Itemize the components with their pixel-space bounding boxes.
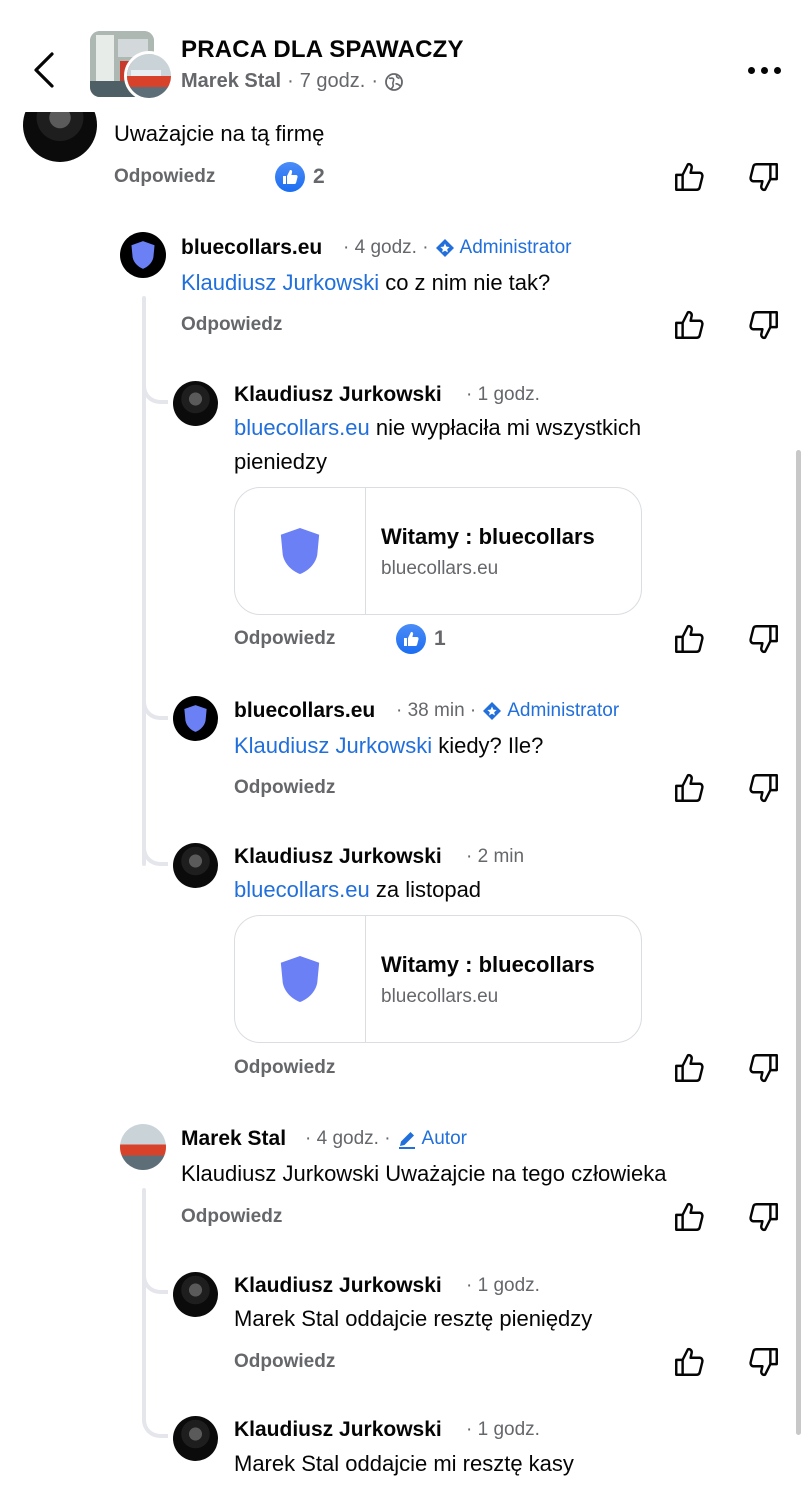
link-preview-card[interactable]: Witamy : bluecollars bluecollars.eu	[234, 915, 642, 1043]
comment-time[interactable]: · 1 godz.	[466, 384, 540, 406]
mention-link[interactable]: bluecollars.eu	[234, 415, 370, 440]
comment-time[interactable]: · 4 godz. ·	[305, 1128, 391, 1150]
reply-button[interactable]: Odpowiedz	[234, 628, 335, 650]
comment-meta: · 38 min · Administrator	[396, 700, 619, 722]
link-preview-card[interactable]: Witamy : bluecollars bluecollars.eu	[234, 487, 642, 615]
comment-text: Marek Stal oddajcie resztę pieniędzy	[234, 1306, 593, 1331]
thumb-down-outline-icon[interactable]	[747, 160, 781, 194]
thumb-down-outline-icon[interactable]	[747, 1200, 781, 1234]
thumb-up-outline-icon[interactable]	[672, 1200, 706, 1234]
mention-link[interactable]: Klaudiusz Jurkowski	[181, 270, 379, 295]
commenter-avatar[interactable]	[120, 232, 166, 278]
commenter-avatar[interactable]	[173, 843, 218, 888]
thumb-down-outline-icon[interactable]	[747, 622, 781, 656]
link-domain: bluecollars.eu	[381, 986, 499, 1007]
thumb-up-outline-icon[interactable]	[672, 308, 706, 342]
thumb-up-outline-icon[interactable]	[672, 1345, 706, 1379]
commenter-avatar[interactable]	[120, 1124, 166, 1170]
reply-button[interactable]: Odpowiedz	[234, 1057, 335, 1079]
post-author[interactable]: Marek Stal	[181, 70, 281, 93]
comment-time[interactable]: · 2 min	[466, 846, 524, 868]
bottom-fade	[0, 1488, 809, 1500]
commenter-avatar[interactable]	[173, 1416, 218, 1461]
reaction-count: 2	[313, 165, 325, 188]
like-icon	[275, 162, 305, 192]
commenter-name[interactable]: Klaudiusz Jurkowski	[234, 383, 442, 407]
link-title: Witamy : bluecollars	[381, 524, 595, 549]
scrollbar[interactable]	[796, 450, 801, 1435]
commenter-name[interactable]: Klaudiusz Jurkowski	[234, 845, 442, 869]
mention-link[interactable]: bluecollars.eu	[234, 877, 370, 902]
post-time[interactable]: 7 godz.	[300, 70, 366, 93]
comment-time[interactable]: · 1 godz.	[466, 1275, 540, 1297]
comment-text: Klaudiusz Jurkowski Uważajcie na tego cz…	[181, 1161, 667, 1186]
comment-time[interactable]: · 38 min ·	[396, 700, 476, 722]
commenter-name[interactable]: Klaudiusz Jurkowski	[234, 1274, 442, 1298]
comment-meta: · 4 godz. · Autor	[305, 1128, 467, 1150]
commenter-avatar[interactable]	[173, 1272, 218, 1317]
reply-button[interactable]: Odpowiedz	[181, 1206, 282, 1228]
thread-connector	[142, 1414, 168, 1438]
post-header: PRACA DLA SPAWACZY Marek Stal · 7 godz. …	[0, 0, 809, 112]
admin-diamond-icon	[435, 238, 455, 258]
reaction-summary[interactable]: 2	[275, 162, 325, 192]
comment-text: Marek Stal oddajcie mi resztę kasy	[234, 1451, 574, 1476]
more-options-button[interactable]	[744, 58, 784, 82]
shield-icon	[277, 526, 323, 576]
post-meta: Marek Stal · 7 godz. ·	[181, 70, 404, 93]
commenter-avatar[interactable]	[173, 696, 218, 741]
thread-line	[142, 1188, 146, 1423]
commenter-name[interactable]: bluecollars.eu	[181, 236, 322, 260]
reply-button[interactable]: Odpowiedz	[114, 166, 215, 188]
link-thumbnail	[235, 916, 366, 1042]
meta-separator: ·	[287, 70, 294, 92]
thumb-up-outline-icon[interactable]	[672, 771, 706, 805]
comment-text: Klaudiusz Jurkowski kiedy? Ile?	[234, 733, 544, 758]
more-horizontal-icon	[747, 66, 755, 74]
shield-icon	[277, 954, 323, 1004]
thumb-down-outline-icon[interactable]	[747, 308, 781, 342]
commenter-name[interactable]: bluecollars.eu	[234, 699, 375, 723]
link-title: Witamy : bluecollars	[381, 952, 595, 977]
meta-separator: ·	[371, 70, 379, 92]
like-icon	[396, 624, 426, 654]
admin-badge: Administrator	[435, 237, 571, 259]
thumb-down-outline-icon[interactable]	[747, 771, 781, 805]
back-button[interactable]	[26, 48, 66, 92]
author-badge: Autor	[397, 1128, 467, 1150]
reply-button[interactable]: Odpowiedz	[181, 314, 282, 336]
thumb-up-outline-icon[interactable]	[672, 622, 706, 656]
admin-badge: Administrator	[482, 700, 619, 722]
comment-text: bluecollars.eu nie wypłaciła mi wszystki…	[234, 415, 642, 474]
reply-button[interactable]: Odpowiedz	[234, 777, 335, 799]
thumb-up-outline-icon[interactable]	[672, 160, 706, 194]
link-domain: bluecollars.eu	[381, 558, 499, 579]
mention-link[interactable]: Klaudiusz Jurkowski	[234, 733, 432, 758]
thumb-down-outline-icon[interactable]	[747, 1051, 781, 1085]
comment-time[interactable]: · 4 godz. ·	[343, 237, 429, 259]
commenter-name[interactable]: Klaudiusz Jurkowski	[234, 1418, 442, 1442]
comment-text: Klaudiusz Jurkowski co z nim nie tak?	[181, 270, 551, 295]
comment-meta: · 4 godz. · Administrator	[343, 237, 571, 259]
commenter-name[interactable]: Marek Stal	[181, 1127, 286, 1151]
commenter-avatar[interactable]	[173, 381, 218, 426]
reaction-count: 1	[434, 627, 446, 650]
thumb-up-outline-icon[interactable]	[672, 1051, 706, 1085]
link-thumbnail	[235, 488, 366, 614]
thumb-down-outline-icon[interactable]	[747, 1345, 781, 1379]
pencil-icon	[397, 1129, 417, 1149]
comment-text: bluecollars.eu za listopad	[234, 877, 482, 902]
author-avatar[interactable]	[124, 51, 174, 101]
group-name[interactable]: PRACA DLA SPAWACZY	[181, 36, 464, 64]
admin-diamond-icon	[482, 701, 502, 721]
comment-text: Uważajcie na tą firmę	[114, 121, 325, 146]
comment-time[interactable]: · 1 godz.	[466, 1419, 540, 1441]
chevron-left-icon	[34, 52, 54, 88]
reaction-summary[interactable]: 1	[396, 624, 446, 654]
reply-button[interactable]: Odpowiedz	[234, 1351, 335, 1373]
globe-icon	[385, 72, 403, 91]
